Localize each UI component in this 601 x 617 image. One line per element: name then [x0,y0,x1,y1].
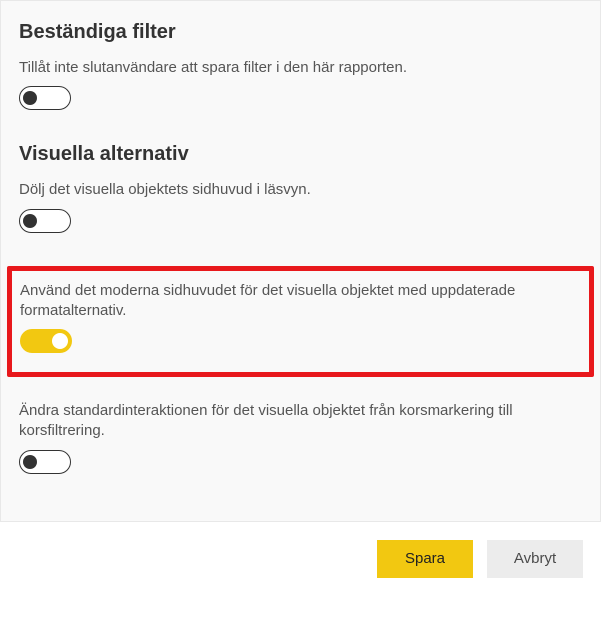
option-disallow-save-filters: Tillåt inte slutanvändare att spara filt… [19,58,582,115]
option-desc: Dölj det visuella objektets sidhuvud i l… [19,180,582,200]
toggle-knob [23,214,37,228]
highlighted-option-box: Använd det moderna sidhuvudet för det vi… [7,266,594,378]
toggle-hide-visual-header[interactable] [19,209,71,233]
cancel-button[interactable]: Avbryt [487,540,583,578]
option-desc: Ändra standardinteraktionen för det visu… [19,401,582,442]
option-cross-filtering: Ändra standardinteraktionen för det visu… [19,401,582,479]
visual-options-heading: Visuella alternativ [19,143,582,166]
settings-panel: Beständiga filter Tillåt inte slutanvänd… [0,0,601,522]
toggle-knob [52,333,68,349]
persistent-filters-heading: Beständiga filter [19,21,582,44]
option-hide-visual-header: Dölj det visuella objektets sidhuvud i l… [19,180,582,237]
toggle-cross-filtering[interactable] [19,450,71,474]
toggle-knob [23,455,37,469]
save-button[interactable]: Spara [377,540,473,578]
toggle-knob [23,91,37,105]
option-desc: Använd det moderna sidhuvudet för det vi… [20,281,581,322]
dialog-footer: Spara Avbryt [0,522,601,584]
toggle-disallow-save-filters[interactable] [19,86,71,110]
toggle-modern-visual-header[interactable] [20,329,72,353]
option-desc: Tillåt inte slutanvändare att spara filt… [19,58,582,78]
option-modern-visual-header: Använd det moderna sidhuvudet för det vi… [20,281,581,359]
